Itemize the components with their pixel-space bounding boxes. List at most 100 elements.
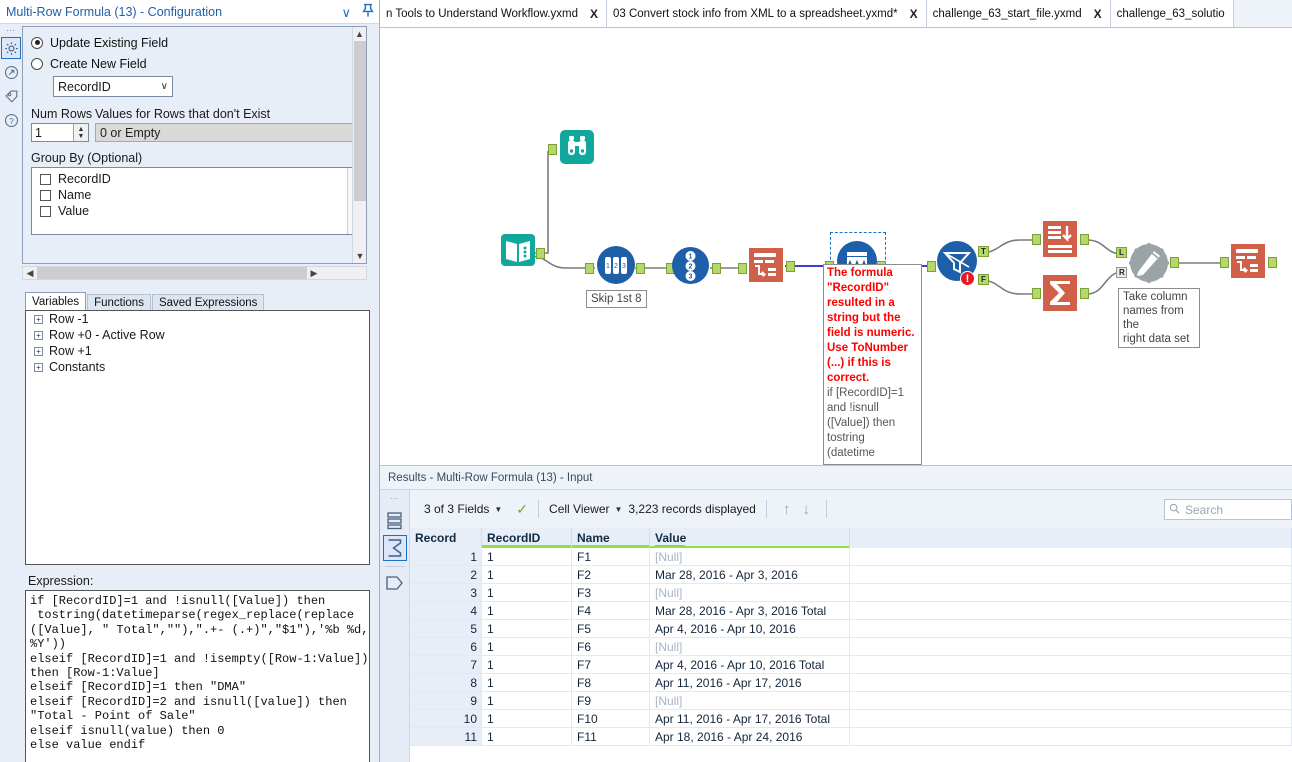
cell-recordid[interactable]: 1	[482, 674, 572, 691]
tag-icon[interactable]	[1, 85, 21, 107]
num-rows-stepper[interactable]: 1 ▲▼	[31, 123, 89, 142]
scrollbar-thumb[interactable]	[354, 41, 366, 201]
workflow-tab[interactable]: challenge_63_start_file.yxmd X	[927, 0, 1111, 27]
expression-editor[interactable]: if [RecordID]=1 and !isnull([Value]) the…	[25, 590, 370, 762]
metadata-icon[interactable]	[383, 570, 407, 596]
table-row[interactable]: 111F11Apr 18, 2016 - Apr 24, 2016	[410, 728, 1292, 746]
cell-recordid[interactable]: 1	[482, 620, 572, 637]
tree-item[interactable]: + Row +0 - Active Row	[26, 327, 369, 343]
checkbox-value[interactable]	[40, 206, 51, 217]
scroll-down-icon[interactable]: ▼	[353, 249, 367, 263]
cell-recordid[interactable]: 1	[482, 638, 572, 655]
cell-recordid[interactable]: 1	[482, 566, 572, 583]
output-port[interactable]	[636, 263, 645, 274]
tree-item[interactable]: + Constants	[26, 359, 369, 375]
cell-record[interactable]: 2	[410, 566, 482, 583]
stepper-arrows-icon[interactable]: ▲▼	[73, 124, 88, 141]
cell-name[interactable]: F5	[572, 620, 650, 637]
column-header-value[interactable]: Value	[650, 528, 850, 548]
summarize-sigma-icon[interactable]	[383, 535, 407, 561]
column-header-name[interactable]: Name	[572, 528, 650, 548]
input-port[interactable]	[927, 261, 936, 272]
fields-selector[interactable]: 3 of 3 Fields ▼	[424, 502, 502, 516]
output-port[interactable]	[786, 261, 795, 272]
table-row[interactable]: 61F6[Null]	[410, 638, 1292, 656]
update-existing-field-radio[interactable]: Update Existing Field	[31, 33, 358, 52]
config-vertical-scrollbar[interactable]: ▲ ▼	[352, 27, 366, 263]
run-arrow-icon[interactable]	[1, 61, 21, 83]
field-select-dropdown[interactable]: RecordID ∨	[53, 76, 173, 97]
close-icon[interactable]: X	[1094, 7, 1102, 21]
drag-handle-dots[interactable]: ⋯	[390, 494, 399, 503]
input-port[interactable]	[548, 144, 557, 155]
workflow-tab[interactable]: challenge_63_solutio	[1111, 0, 1234, 27]
cell-viewer-selector[interactable]: Cell Viewer ▼	[549, 502, 622, 516]
data-list-icon[interactable]	[383, 507, 407, 533]
group-by-item[interactable]: Name	[32, 187, 357, 203]
config-horizontal-scrollbar[interactable]: ◀ ▶	[22, 266, 367, 280]
tab-functions[interactable]: Functions	[87, 294, 151, 311]
group-by-item[interactable]: RecordID	[32, 171, 357, 187]
checkbox-recordid[interactable]	[40, 174, 51, 185]
tab-variables[interactable]: Variables	[25, 292, 86, 311]
cell-name[interactable]: F6	[572, 638, 650, 655]
input-port[interactable]	[585, 263, 594, 274]
search-input[interactable]: Search	[1164, 499, 1292, 520]
cell-record[interactable]: 1	[410, 548, 482, 565]
tool-browse[interactable]	[558, 128, 596, 169]
table-row[interactable]: 21F2Mar 28, 2016 - Apr 3, 2016	[410, 566, 1292, 584]
cell-record[interactable]: 4	[410, 602, 482, 619]
cell-recordid[interactable]: 1	[482, 728, 572, 745]
workflow-canvas[interactable]: 123 Skip 1st 8 123	[380, 28, 1292, 465]
table-row[interactable]: 51F5Apr 4, 2016 - Apr 10, 2016	[410, 620, 1292, 638]
cell-recordid[interactable]: 1	[482, 548, 572, 565]
cell-value[interactable]: Apr 11, 2016 - Apr 17, 2016 Total	[650, 710, 850, 727]
cell-name[interactable]: F10	[572, 710, 650, 727]
tab-saved-expressions[interactable]: Saved Expressions	[152, 294, 264, 311]
values-for-missing-rows-select[interactable]: 0 or Empty	[95, 123, 358, 142]
output-port-false[interactable]: F	[978, 274, 989, 285]
expand-plus-icon[interactable]: +	[34, 315, 43, 324]
input-port-left[interactable]: L	[1116, 247, 1127, 258]
arrow-down-icon[interactable]: ↓	[802, 501, 810, 518]
cell-value[interactable]: Mar 28, 2016 - Apr 3, 2016 Total	[650, 602, 850, 619]
cell-value[interactable]: Apr 11, 2016 - Apr 17, 2016	[650, 674, 850, 691]
cell-name[interactable]: F8	[572, 674, 650, 691]
checkmark-icon[interactable]: ✓	[516, 501, 528, 518]
cell-value[interactable]: Apr 18, 2016 - Apr 24, 2016	[650, 728, 850, 745]
pin-icon[interactable]	[361, 3, 375, 21]
close-icon[interactable]: X	[590, 7, 598, 21]
cell-record[interactable]: 9	[410, 692, 482, 709]
expand-plus-icon[interactable]: +	[34, 331, 43, 340]
cell-record[interactable]: 5	[410, 620, 482, 637]
table-row[interactable]: 91F9[Null]	[410, 692, 1292, 710]
scroll-right-icon[interactable]: ▶	[307, 268, 321, 279]
output-port-true[interactable]: T	[978, 246, 989, 257]
expand-plus-icon[interactable]: +	[34, 363, 43, 372]
tool-cross-tab[interactable]	[1228, 240, 1268, 285]
variables-tree[interactable]: + Row -1 + Row +0 - Active Row + Row +1 …	[25, 310, 370, 565]
scrollbar-thumb-horizontal[interactable]	[37, 267, 307, 279]
table-row[interactable]: 81F8Apr 11, 2016 - Apr 17, 2016	[410, 674, 1292, 692]
cell-value[interactable]: [Null]	[650, 584, 850, 601]
tree-item[interactable]: + Row +1	[26, 343, 369, 359]
cell-recordid[interactable]: 1	[482, 692, 572, 709]
cell-recordid[interactable]: 1	[482, 656, 572, 673]
cell-value[interactable]: [Null]	[650, 692, 850, 709]
cell-name[interactable]: F11	[572, 728, 650, 745]
cell-record[interactable]: 8	[410, 674, 482, 691]
output-port[interactable]	[1080, 234, 1089, 245]
scroll-up-icon[interactable]: ▲	[353, 27, 366, 41]
cell-recordid[interactable]: 1	[482, 584, 572, 601]
table-row[interactable]: 101F10Apr 11, 2016 - Apr 17, 2016 Total	[410, 710, 1292, 728]
cell-value[interactable]: Apr 4, 2016 - Apr 10, 2016	[650, 620, 850, 637]
table-row[interactable]: 41F4Mar 28, 2016 - Apr 3, 2016 Total	[410, 602, 1292, 620]
output-port[interactable]	[536, 248, 545, 259]
output-port[interactable]	[1268, 257, 1277, 268]
column-header-record[interactable]: Record	[410, 528, 482, 548]
tool-transpose[interactable]	[746, 244, 786, 289]
cell-value[interactable]: Apr 4, 2016 - Apr 10, 2016 Total	[650, 656, 850, 673]
tool-record-id[interactable]: 123	[671, 246, 710, 288]
cell-value[interactable]: [Null]	[650, 548, 850, 565]
cell-name[interactable]: F2	[572, 566, 650, 583]
